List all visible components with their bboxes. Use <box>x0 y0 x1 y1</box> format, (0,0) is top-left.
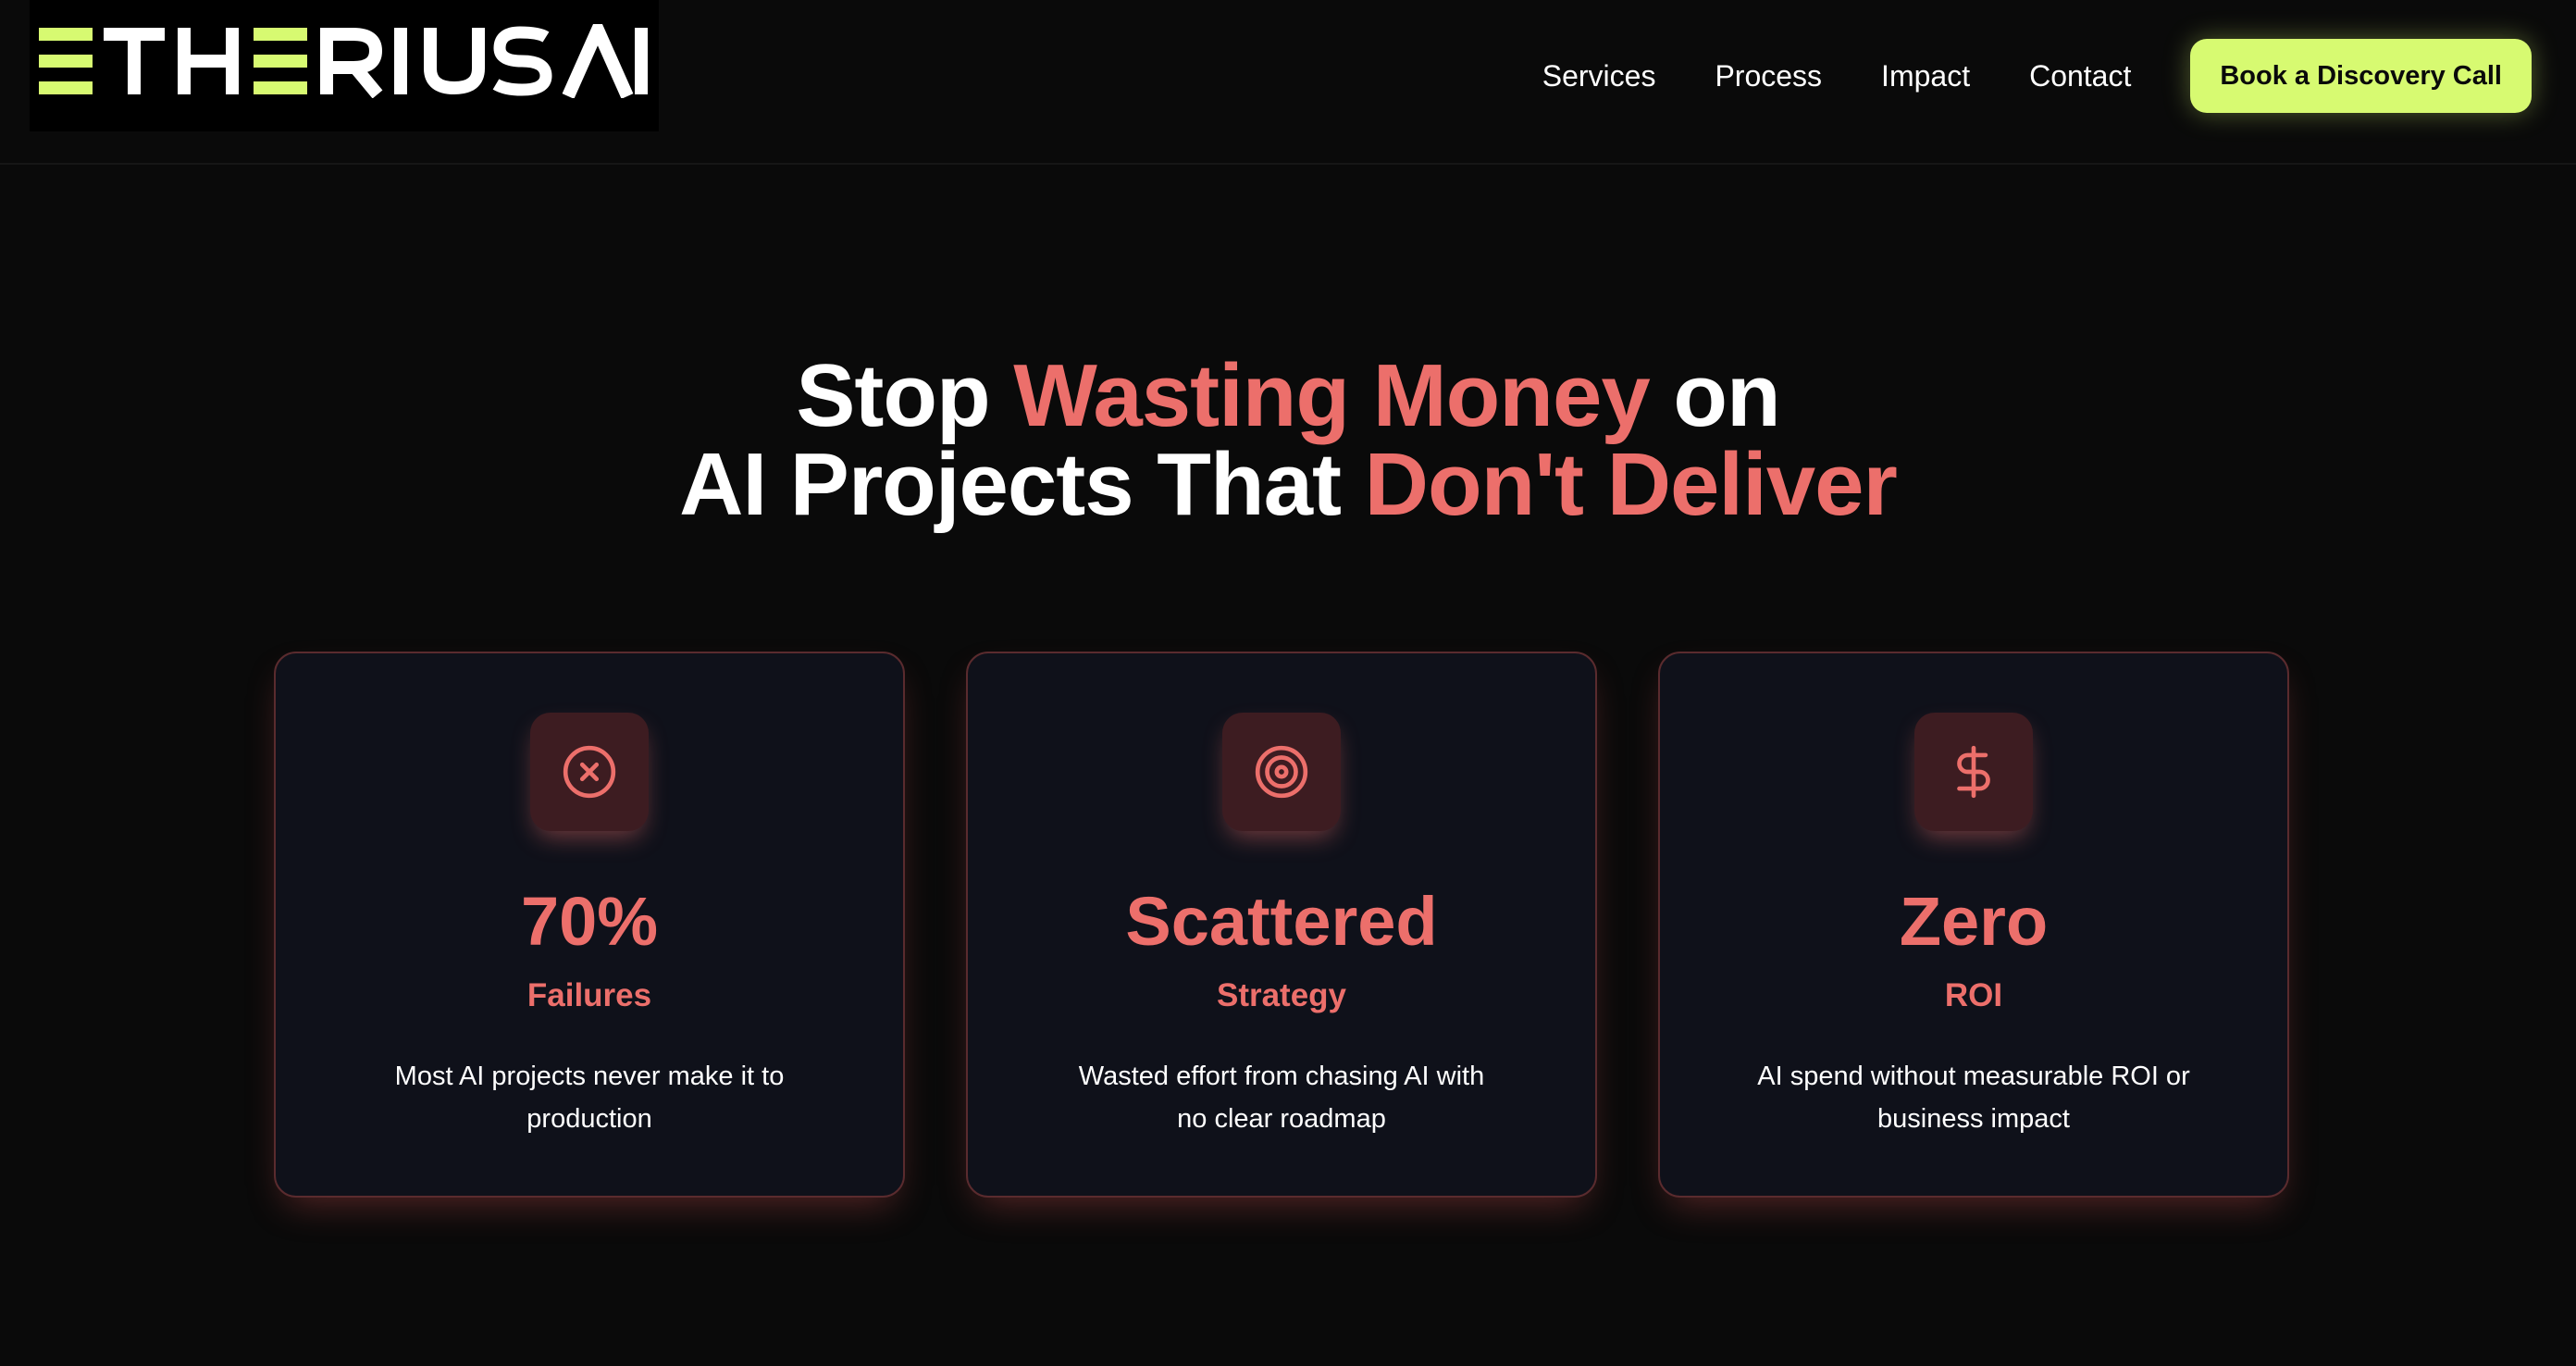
main-nav: Services Process Impact Contact Book a D… <box>1542 39 2532 113</box>
card-stat: Zero <box>1899 883 2049 960</box>
book-discovery-call-button[interactable]: Book a Discovery Call <box>2190 39 2532 113</box>
card-label: Failures <box>526 977 652 1013</box>
card-label: Strategy <box>1216 977 1347 1013</box>
nav-services-link[interactable]: Services <box>1542 59 1656 93</box>
card-label: ROI <box>1944 977 2003 1013</box>
dollar-icon <box>1914 713 2033 831</box>
hero-headline: Stop Wasting Money on AI Projects That D… <box>0 352 2576 529</box>
nav-process-link[interactable]: Process <box>1715 59 1822 93</box>
headline-text: on <box>1649 346 1780 445</box>
card-description: Most AI projects never make it to produc… <box>394 1062 785 1134</box>
headline-line-1: Stop Wasting Money on <box>0 352 2576 441</box>
logo-wordmark <box>39 24 648 98</box>
x-circle-icon <box>530 713 649 831</box>
headline-accent: Don't Deliver <box>1364 435 1898 534</box>
headline-text: Stop <box>796 346 1014 445</box>
logo[interactable] <box>30 0 659 131</box>
site-header: Services Process Impact Contact Book a D… <box>0 0 2576 165</box>
card-description: AI spend without measurable ROI or busin… <box>1757 1062 2190 1134</box>
problem-cards: 70% Failures Most AI projects never make… <box>274 652 2289 1198</box>
headline-text: AI Projects That <box>679 435 1365 534</box>
nav-impact-link[interactable]: Impact <box>1881 59 1970 93</box>
target-icon <box>1222 713 1341 831</box>
headline-line-2: AI Projects That Don't Deliver <box>0 441 2576 529</box>
card-stat: 70% <box>520 883 659 960</box>
problem-card-strategy: Scattered Strategy Wasted effort from ch… <box>966 652 1597 1198</box>
card-stat: Scattered <box>1125 883 1438 960</box>
problem-card-failures: 70% Failures Most AI projects never make… <box>274 652 905 1198</box>
headline-accent: Wasting Money <box>1013 346 1650 445</box>
problem-card-roi: Zero ROI AI spend without measurable ROI… <box>1658 652 2289 1198</box>
nav-contact-link[interactable]: Contact <box>2029 59 2131 93</box>
card-description: Wasted effort from chasing AI with no cl… <box>1078 1062 1485 1134</box>
